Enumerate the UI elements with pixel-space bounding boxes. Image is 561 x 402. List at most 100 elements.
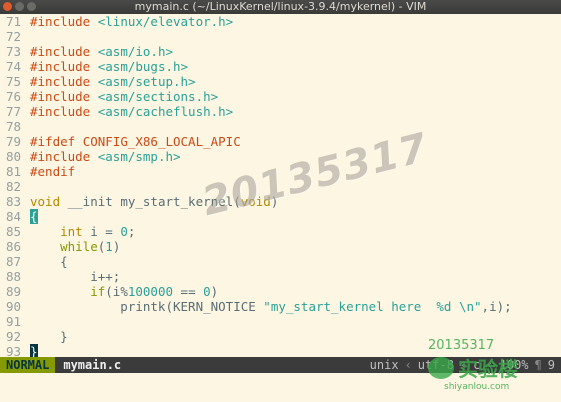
close-icon[interactable] [3, 2, 12, 11]
code-token: 0 [120, 224, 128, 239]
code-line[interactable]: 86 while(1) [0, 239, 561, 254]
line-number: 84 [6, 209, 22, 224]
window-titlebar: mymain.c (~/LinuxKernel/linux-3.9.4/myke… [0, 0, 561, 14]
line-number: 88 [6, 269, 22, 284]
code-text: #ifdef CONFIG_X86_LOCAL_APIC [30, 134, 241, 149]
code-line[interactable]: 81 #endif [0, 164, 561, 179]
maximize-icon[interactable] [27, 2, 36, 11]
code-line[interactable]: 73 #include <asm/io.h> [0, 44, 561, 59]
code-token: 100000 [127, 284, 174, 299]
line-number: 86 [6, 239, 22, 254]
code-text: { [30, 254, 68, 269]
code-line[interactable]: 71 #include <linux/elevator.h> [0, 14, 561, 29]
line-number: 92 [6, 329, 22, 344]
code-token: <asm/setup.h> [97, 74, 196, 89]
code-token: #include [30, 14, 91, 29]
status-position: 9 [547, 358, 555, 372]
line-number: 73 [6, 44, 22, 59]
code-token: ) [210, 284, 219, 299]
code-line[interactable]: 76 #include <asm/sections.h> [0, 89, 561, 104]
editor-buffer[interactable]: 71 #include <linux/elevator.h> 72 73 #includ… [0, 14, 561, 359]
code-token: i++; [30, 269, 121, 284]
code-text: } [30, 329, 68, 344]
code-text: #include <asm/cacheflush.h> [30, 104, 233, 119]
code-line[interactable]: 85 int i = 0; [0, 224, 561, 239]
code-token: #include [30, 74, 91, 89]
code-line[interactable]: 77 #include <asm/cacheflush.h> [0, 104, 561, 119]
code-token: void [30, 194, 61, 209]
status-line: NORMAL mymain.c unix ‹ utf-8 ‹ c ‹ 100% … [0, 357, 561, 373]
code-token: <asm/bugs.h> [97, 59, 189, 74]
code-line[interactable]: 80 #include <asm/smp.h> [0, 149, 561, 164]
code-line[interactable]: 78 [0, 119, 561, 134]
code-token: CONFIG_X86_LOCAL_APIC [82, 134, 241, 149]
code-token: i = [82, 224, 121, 239]
line-number: 81 [6, 164, 22, 179]
line-number: 90 [6, 299, 22, 314]
line-number: 82 [6, 179, 22, 194]
minimize-icon[interactable] [15, 2, 24, 11]
code-line[interactable]: 88 i++; [0, 269, 561, 284]
code-token: #include [30, 149, 91, 164]
line-number: 83 [6, 194, 22, 209]
code-token: #include [30, 44, 91, 59]
line-number-icon: ¶ [534, 358, 542, 372]
code-token: <asm/sections.h> [97, 89, 219, 104]
code-line[interactable]: 72 [0, 29, 561, 44]
code-text: #include <asm/setup.h> [30, 74, 196, 89]
code-token: (i% [105, 284, 128, 299]
code-token: printk(KERN_NOTICE [30, 299, 264, 314]
line-number: 79 [6, 134, 22, 149]
code-line[interactable]: 79 #ifdef CONFIG_X86_LOCAL_APIC [0, 134, 561, 149]
code-text: #include <asm/io.h> [30, 44, 173, 59]
status-fileformat: unix [369, 358, 399, 372]
code-token: ) [270, 194, 279, 209]
code-line[interactable]: 87 { [0, 254, 561, 269]
line-number: 76 [6, 89, 22, 104]
code-text: i++; [30, 269, 120, 284]
code-token: if [90, 284, 106, 299]
code-token: <asm/io.h> [97, 44, 174, 59]
mode-indicator: NORMAL [0, 357, 56, 373]
status-filename: mymain.c [63, 358, 122, 372]
code-token: #include [30, 104, 91, 119]
code-token: 1 [105, 239, 113, 254]
code-token: ; [127, 224, 136, 239]
code-token: ,i); [481, 299, 512, 314]
code-line[interactable]: 82 [0, 179, 561, 194]
code-line[interactable]: 89 if(i%100000 == 0) [0, 284, 561, 299]
code-text: #endif [30, 164, 75, 179]
code-line[interactable]: 90 printk(KERN_NOTICE "my_start_kernel h… [0, 299, 561, 314]
code-token: "my_start_kernel here %d \n" [263, 299, 482, 314]
window-controls [3, 2, 36, 11]
code-line[interactable]: 75 #include <asm/setup.h> [0, 74, 561, 89]
code-text: while(1) [30, 239, 120, 254]
line-number: 74 [6, 59, 22, 74]
line-number: 72 [6, 29, 22, 44]
code-token: 0 [203, 284, 211, 299]
code-line[interactable]: 92 } [0, 329, 561, 344]
chevron-left-icon: ‹ [486, 358, 494, 372]
code-line[interactable]: 74 #include <asm/bugs.h> [0, 59, 561, 74]
line-number: 85 [6, 224, 22, 239]
code-token: == [173, 284, 204, 299]
code-token: #include [30, 89, 91, 104]
code-line[interactable]: 91 [0, 314, 561, 329]
code-text: #include <asm/smp.h> [30, 149, 181, 164]
code-line[interactable]: 84 { [0, 209, 561, 224]
code-token: int [60, 224, 83, 239]
command-line[interactable] [0, 373, 561, 402]
code-token: while [60, 239, 98, 254]
code-line[interactable]: 83 void __init my_start_kernel(void) [0, 194, 561, 209]
code-text: #include <linux/elevator.h> [30, 14, 233, 29]
code-text: printk(KERN_NOTICE "my_start_kernel here… [30, 299, 512, 314]
code-token: { [30, 254, 68, 269]
chevron-left-icon: ‹ [404, 358, 412, 372]
